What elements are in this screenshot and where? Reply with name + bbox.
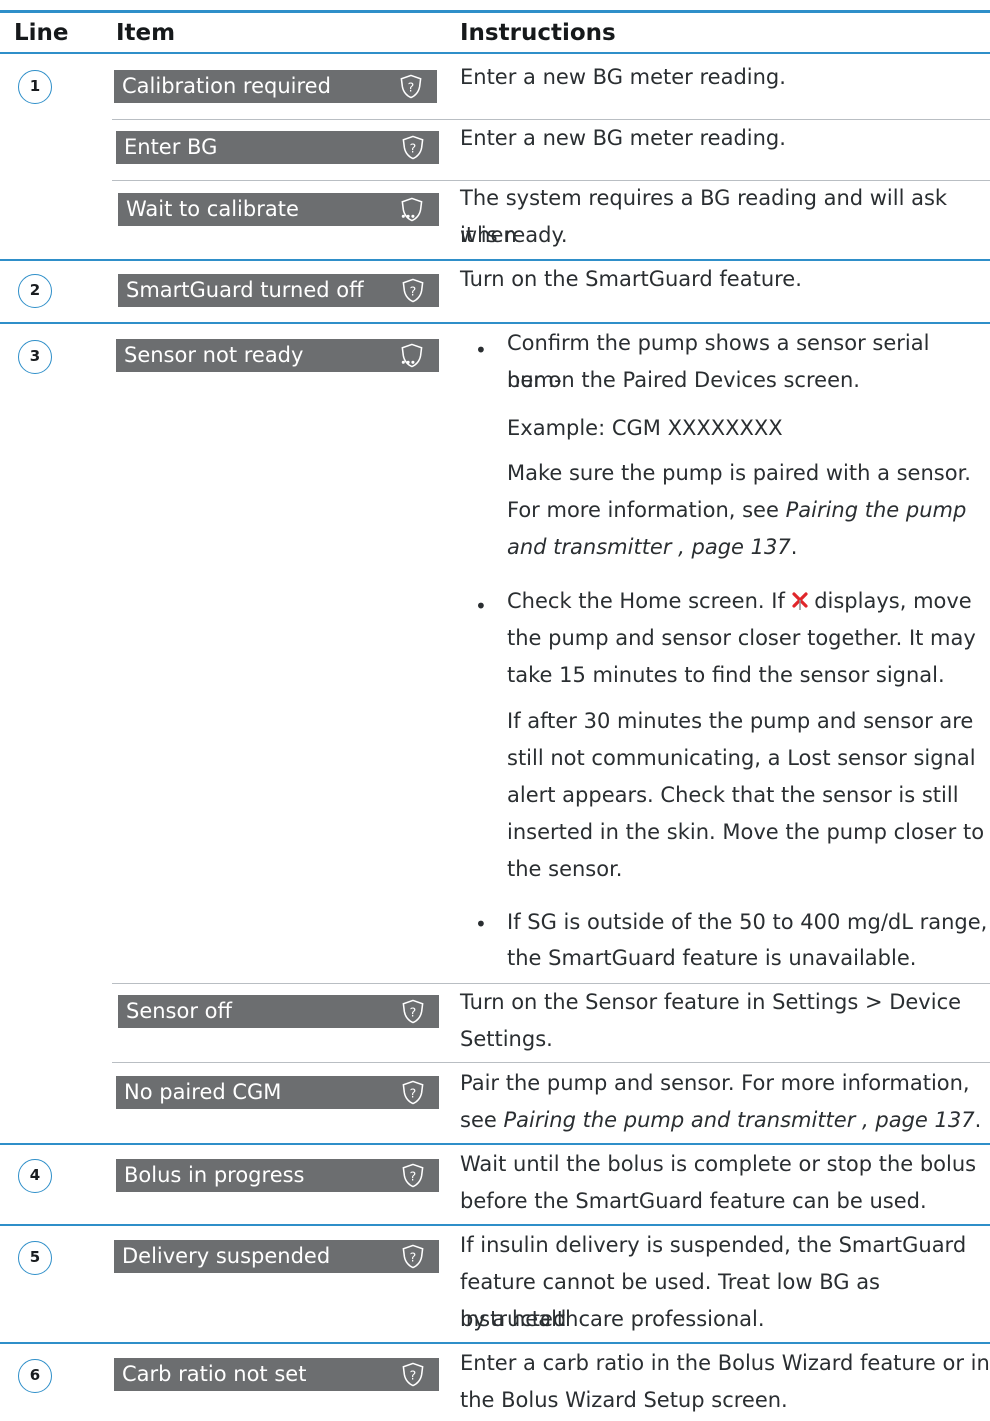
waiting-shield-icon — [401, 343, 423, 368]
status-button-bolus-in-progress: Bolus in progress ? — [116, 1159, 439, 1192]
table-header: Line Item Instructions — [0, 10, 990, 51]
header-rule — [0, 52, 990, 54]
bullet: • — [475, 912, 487, 936]
svg-text:?: ? — [410, 283, 417, 298]
svg-text:?: ? — [410, 1004, 417, 1019]
help-shield-icon: ? — [402, 999, 424, 1024]
svg-text:?: ? — [408, 79, 415, 94]
instruction-text: alert appears. Check that the sensor is … — [507, 783, 959, 807]
cross-reference-link[interactable]: Pairing the pump and transmitter , page … — [503, 1108, 974, 1132]
instruction-text: Make sure the pump is paired with a sens… — [507, 461, 971, 485]
instruction-text: still not communicating, a Lost sensor s… — [507, 746, 976, 770]
line-number-3: 3 — [18, 340, 52, 374]
instruction-text: by a healthcare professional. — [460, 1307, 765, 1331]
status-button-label: Sensor not ready — [124, 343, 304, 367]
text-run: . — [790, 535, 798, 559]
instruction-text: before the SmartGuard feature can be use… — [460, 1189, 927, 1213]
header-line: Line — [14, 20, 69, 46]
svg-text:?: ? — [410, 1367, 417, 1382]
status-button-calibration-required: Calibration required ? — [114, 70, 437, 103]
instruction-text: If after 30 minutes the pump and sensor … — [507, 709, 974, 733]
row-rule — [0, 1143, 990, 1145]
svg-text:?: ? — [410, 1249, 417, 1264]
instruction-text: Enter a new BG meter reading. — [460, 65, 786, 89]
status-button-delivery-suspended: Delivery suspended ? — [114, 1240, 439, 1273]
status-button-sensor-not-ready: Sensor not ready — [116, 339, 439, 372]
instruction-text: the pump and sensor closer together. It … — [507, 626, 976, 650]
svg-text:?: ? — [410, 1085, 417, 1100]
row-rule — [0, 322, 990, 324]
line-number-4: 4 — [18, 1159, 52, 1193]
instruction-text: Pair the pump and sensor. For more infor… — [460, 1071, 970, 1095]
instruction-text: the Bolus Wizard Setup screen. — [460, 1388, 788, 1412]
instruction-text: Example: CGM XXXXXXXX — [507, 416, 783, 440]
svg-text:?: ? — [410, 140, 417, 155]
status-button-carb-ratio-not-set: Carb ratio not set ? — [114, 1358, 439, 1391]
instruction-text: Enter a carb ratio in the Bolus Wizard f… — [460, 1351, 990, 1375]
cross-reference-link[interactable]: and transmitter , page 137 — [507, 535, 791, 559]
status-button-label: No paired CGM — [124, 1080, 282, 1104]
instruction-text: take 15 minutes to find the sensor signa… — [507, 663, 945, 687]
header-instructions: Instructions — [460, 20, 616, 46]
instruction-text: If insulin delivery is suspended, the Sm… — [460, 1233, 967, 1257]
instruction-text: Enter a new BG meter reading. — [460, 126, 786, 150]
status-button-label: Enter BG — [124, 135, 218, 159]
row-divider — [112, 1062, 990, 1063]
instruction-text: see Pairing the pump and transmitter , p… — [460, 1102, 990, 1139]
lost-sensor-signal-icon — [791, 592, 808, 610]
status-button-label: Delivery suspended — [122, 1244, 331, 1268]
instruction-text: If SG is outside of the 50 to 400 mg/dL … — [507, 910, 988, 934]
instruction-text: the sensor. — [507, 857, 623, 881]
line-number-1: 1 — [18, 70, 52, 104]
line-number-6: 6 — [18, 1359, 52, 1393]
help-shield-icon: ? — [402, 278, 424, 303]
bullet: • — [475, 338, 487, 362]
help-shield-icon: ? — [402, 1080, 424, 1105]
status-button-label: SmartGuard turned off — [126, 278, 364, 302]
text-run: Check the Home screen. If — [507, 589, 792, 613]
line-number-5: 5 — [18, 1241, 52, 1275]
line-number-2: 2 — [18, 274, 52, 308]
waiting-shield-icon — [401, 197, 423, 222]
help-shield-icon: ? — [402, 1244, 424, 1269]
status-button-smartguard-turned-off: SmartGuard turned off ? — [118, 274, 439, 307]
status-button-label: Sensor off — [126, 999, 232, 1023]
instruction-text: the SmartGuard feature is unavailable. — [507, 946, 917, 970]
text-run: see — [460, 1108, 504, 1132]
status-button-enter-bg: Enter BG ? — [116, 131, 439, 164]
cross-reference-link[interactable]: Pairing the pump — [786, 498, 967, 522]
status-button-label: Wait to calibrate — [126, 197, 299, 221]
status-button-label: Calibration required — [122, 74, 331, 98]
status-button-label: Carb ratio not set — [122, 1362, 307, 1386]
help-shield-icon: ? — [400, 74, 422, 99]
row-rule — [0, 1342, 990, 1344]
instruction-text: Wait until the bolus is complete or stop… — [460, 1152, 977, 1176]
instruction-text: inserted in the skin. Move the pump clos… — [507, 820, 985, 844]
instruction-text: it is ready. — [460, 223, 568, 247]
text-run: . — [974, 1108, 982, 1132]
text-run: displays, move — [807, 589, 972, 613]
instruction-text: Settings. — [460, 1027, 553, 1051]
bullet: • — [475, 594, 487, 618]
row-rule — [0, 1224, 990, 1226]
status-button-wait-to-calibrate: Wait to calibrate — [118, 193, 439, 226]
help-shield-icon: ? — [402, 1362, 424, 1387]
instruction-text: ber on the Paired Devices screen. — [507, 368, 860, 392]
header-item: Item — [116, 20, 176, 46]
instruction-text: For more information, see Pairing the pu… — [507, 492, 990, 529]
help-shield-icon: ? — [402, 135, 424, 160]
status-button-sensor-off: Sensor off ? — [118, 995, 439, 1028]
instruction-text: Check the Home screen. If displays, move — [507, 583, 990, 620]
instruction-text: and transmitter , page 137. — [507, 529, 990, 566]
instruction-text: Turn on the Sensor feature in Settings >… — [460, 990, 962, 1014]
text-run: For more information, see — [507, 498, 786, 522]
status-button-no-paired-cgm: No paired CGM ? — [116, 1076, 439, 1109]
svg-text:?: ? — [410, 1168, 417, 1183]
instruction-text: Turn on the SmartGuard feature. — [460, 267, 802, 291]
help-shield-icon: ? — [402, 1163, 424, 1188]
status-button-label: Bolus in progress — [124, 1163, 305, 1187]
